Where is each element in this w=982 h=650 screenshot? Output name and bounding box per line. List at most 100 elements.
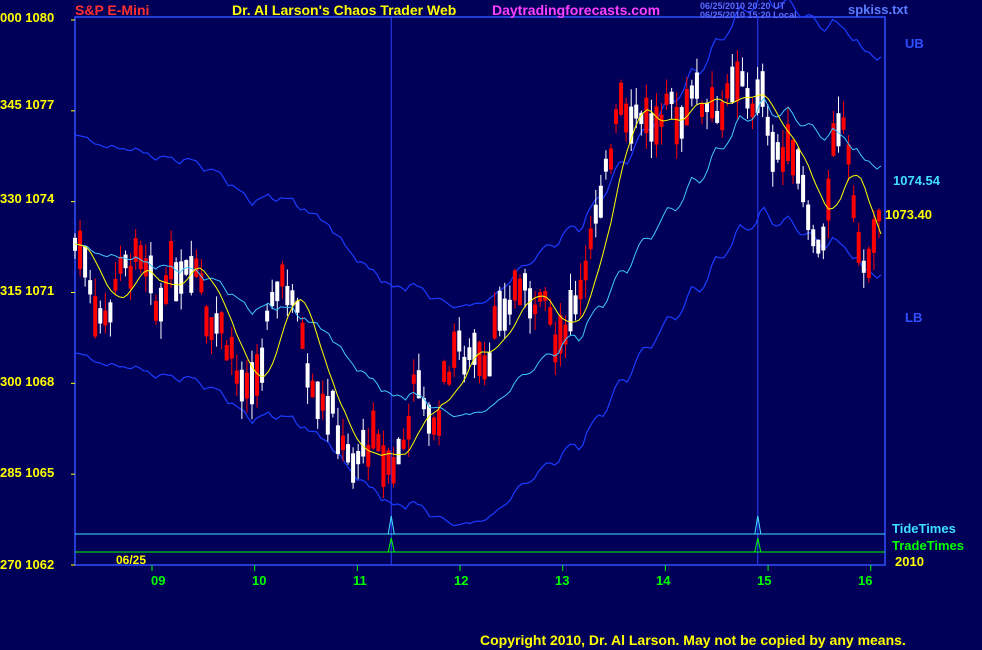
candle-body <box>148 255 153 294</box>
trade-times-label: TradeTimes <box>892 538 965 553</box>
candle-body <box>477 341 482 377</box>
candle-body <box>730 66 735 103</box>
candle-body <box>128 265 133 289</box>
candle-body <box>260 347 265 383</box>
candle-body <box>371 410 376 449</box>
candle-body <box>553 334 558 363</box>
upper-band-label: UB <box>905 36 924 51</box>
candle-body <box>143 258 148 277</box>
candle-body <box>219 312 224 334</box>
candle-body <box>750 103 755 118</box>
candle-body <box>740 71 745 87</box>
candle-body <box>492 306 497 339</box>
candle-body <box>856 231 861 263</box>
candle-body <box>118 256 123 274</box>
candle-body <box>437 410 442 436</box>
candle-body <box>93 296 98 337</box>
candle-body <box>674 107 679 145</box>
candle-body <box>396 438 401 465</box>
lower-band-label: LB <box>905 310 923 325</box>
candle-body <box>624 103 629 133</box>
x-tick-label: 15 <box>757 573 772 588</box>
candle-body <box>315 381 320 420</box>
candle-body <box>411 374 416 384</box>
candle-body <box>608 148 613 170</box>
candle-body <box>335 425 340 455</box>
candle-body <box>113 278 118 291</box>
candle-body <box>487 352 492 377</box>
candle-body <box>224 345 229 361</box>
candle-body <box>765 116 770 136</box>
candle-body <box>619 82 624 115</box>
candle-body <box>598 185 603 218</box>
candle-body <box>381 445 386 487</box>
candle-body <box>573 295 578 315</box>
candle-body <box>108 302 113 323</box>
price-chart <box>71 0 886 571</box>
candle-body <box>836 113 841 147</box>
candle-body <box>831 123 836 156</box>
candle-body <box>431 417 436 435</box>
candle-body <box>846 144 851 165</box>
candle-body <box>801 174 806 203</box>
candle-body <box>406 415 411 440</box>
candle-body <box>305 363 310 388</box>
candle-body <box>497 290 502 331</box>
candle-body <box>265 310 270 322</box>
candle-body <box>644 97 649 134</box>
candle-body <box>699 103 704 117</box>
candle-body <box>325 395 330 435</box>
candle-body <box>816 239 821 254</box>
candle-body <box>689 85 694 99</box>
candle-body <box>214 313 219 334</box>
candle-body <box>821 226 826 251</box>
y-tick-label: 330 1074 <box>0 191 55 206</box>
candle-body <box>280 264 285 287</box>
candle-body <box>98 308 103 324</box>
candle-body <box>164 275 169 304</box>
candle-body <box>330 390 335 414</box>
candle-body <box>826 178 831 221</box>
candle-body <box>447 371 452 385</box>
x-tick-label: 09 <box>151 573 166 588</box>
candle-body <box>770 131 775 172</box>
candle-body <box>543 290 548 301</box>
candle-body <box>467 347 472 360</box>
candle-body <box>426 404 431 434</box>
candle-body <box>811 229 816 247</box>
slow-ma-value-label: 1074.54 <box>893 173 940 188</box>
candle-body <box>603 158 608 172</box>
candle-body <box>634 104 639 119</box>
candle-body <box>775 142 780 160</box>
date-label: 06/25 <box>116 553 147 567</box>
candle-body <box>654 106 659 145</box>
candle-body <box>725 83 730 99</box>
file-name: spkiss.txt <box>848 2 908 17</box>
candle-body <box>376 433 381 452</box>
candle-body <box>715 111 720 123</box>
candle-body <box>593 204 598 224</box>
candle-body <box>462 356 467 375</box>
candle-body <box>578 279 583 300</box>
candle-body <box>346 444 351 463</box>
candle-body <box>452 331 457 368</box>
candle-body <box>351 453 356 483</box>
candle-body <box>239 369 244 402</box>
candle-body <box>209 317 214 341</box>
x-tick-label: 11 <box>353 573 367 588</box>
candle-body <box>103 310 108 326</box>
site-link[interactable]: Daytradingforecasts.com <box>492 2 660 18</box>
candle-body <box>664 93 669 105</box>
candle-body <box>174 262 179 302</box>
candle-body <box>502 298 507 331</box>
candle-body <box>169 241 174 280</box>
candle-body <box>512 270 517 301</box>
candle-body <box>735 61 740 102</box>
candle-body <box>745 88 750 109</box>
candle-body <box>710 87 715 119</box>
candle-body <box>694 72 699 99</box>
candle-body <box>234 370 239 384</box>
copyright-notice: Copyright 2010, Dr. Al Larson. May not b… <box>480 632 906 648</box>
candle-body <box>290 290 295 306</box>
candle-body <box>533 304 538 315</box>
